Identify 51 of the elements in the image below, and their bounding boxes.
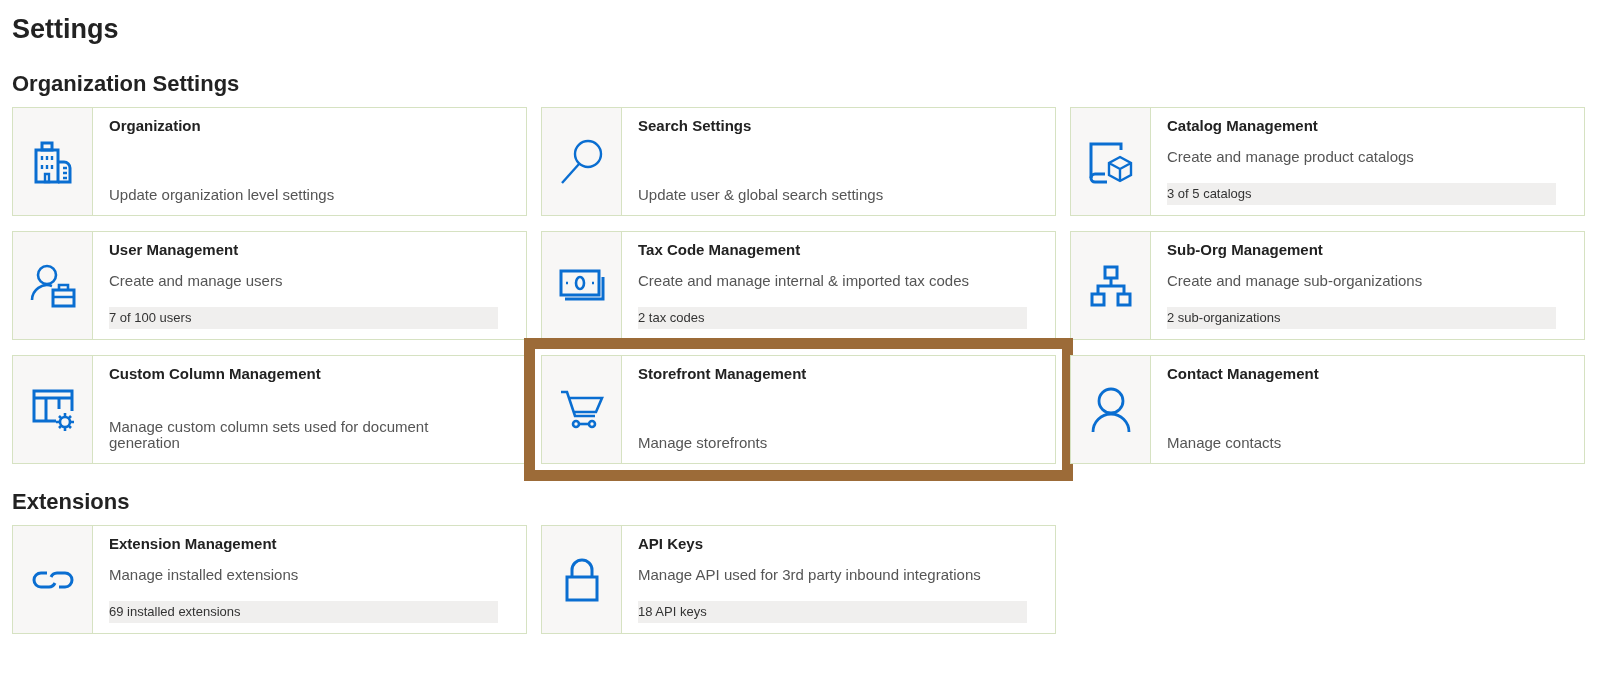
card-title: Storefront Management [638,365,808,383]
card-title: Search Settings [638,117,753,135]
section-heading: Extensions [12,488,131,516]
banknote-icon [558,268,605,303]
usage-count: 7 of 100 users [109,307,498,329]
hierarchy-icon [1089,264,1132,307]
card-title: User Management [109,241,240,259]
settings-card[interactable]: Custom Column Management Manage custom column sets used for document generation [12,355,527,464]
card-title: Custom Column Management [109,365,322,383]
card-title: Tax Code Management [638,241,802,259]
settings-card[interactable]: Extension Management Manage installed extensions 69 installed extensions [12,525,527,634]
search-icon [559,138,604,185]
usage-count: 2 tax codes [638,307,1027,329]
card-description: Manage contacts [1167,435,1283,451]
padlock-icon [564,557,599,602]
card-title: Contact Management [1167,365,1320,383]
card-title: Organization [109,117,202,135]
usage-count: 2 sub-organizations [1167,307,1556,329]
card-description: Manage API used for 3rd party inbound integrations [638,567,982,583]
settings-card[interactable]: Storefront Management Manage storefronts [541,355,1056,464]
usage-count: 69 installed extensions [109,601,498,623]
card-description: Manage installed extensions [109,567,300,583]
settings-card[interactable]: Contact Management Manage contacts [1070,355,1585,464]
card-description: Manage custom column sets used for document generation [109,419,430,451]
settings-card[interactable]: Tax Code Management Create and manage internal & imported tax codes 2 tax codes [541,231,1056,340]
page-title: Settings [12,13,120,46]
settings-card[interactable]: Catalog Management Create and manage product catalogs 3 of 5 catalogs [1070,107,1585,216]
person-icon [1090,386,1131,433]
section-heading: Organization Settings [12,70,241,98]
table-gear-icon [31,388,74,431]
settings-card[interactable]: API Keys Manage API used for 3rd party inbound integrations 18 API keys [541,525,1056,634]
card-description: Create and manage internal & imported tax codes [638,273,971,289]
card-title: Sub-Org Management [1167,241,1324,259]
usage-count: 18 API keys [638,601,1027,623]
user-briefcase-icon [29,263,76,308]
card-title: Catalog Management [1167,117,1319,135]
card-description: Update organization level settings [109,187,336,203]
card-description: Create and manage users [109,273,284,289]
settings-card[interactable]: User Management Create and manage users 7 of 100 users [12,231,527,340]
card-description: Manage storefronts [638,435,769,451]
card-title: API Keys [638,535,705,553]
settings-card[interactable]: Search Settings Update user & global search settings [541,107,1056,216]
building-icon [33,139,72,184]
card-description: Create and manage product catalogs [1167,149,1415,165]
card-description: Update user & global search settings [638,187,885,203]
card-description: Create and manage sub-organizations [1167,273,1424,289]
cart-icon [559,389,604,430]
settings-card[interactable]: Sub-Org Management Create and manage sub-organizations 2 sub-organizations [1070,231,1585,340]
card-title: Extension Management [109,535,278,553]
settings-card[interactable]: Organization Update organization level settings [12,107,527,216]
usage-count: 3 of 5 catalogs [1167,183,1556,205]
